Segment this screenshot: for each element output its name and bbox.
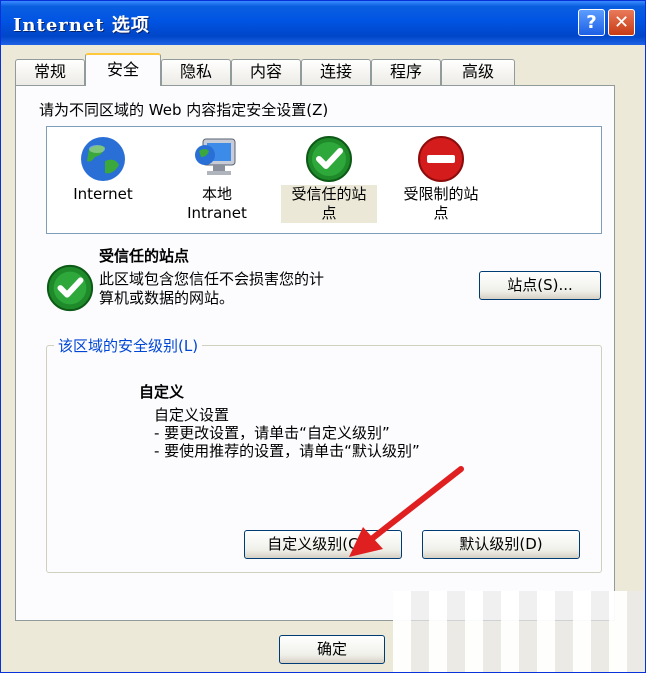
security-level-group-title: 该区域的安全级别(L)	[54, 335, 203, 356]
annotation-arrow-icon	[349, 466, 464, 557]
zone-internet[interactable]: Internet	[57, 127, 149, 227]
sites-button[interactable]: 站点(S)...	[479, 271, 601, 300]
title-bar[interactable]: Internet 选项 ? ✕	[1, 1, 645, 45]
tab-advanced[interactable]: 高级	[441, 59, 515, 85]
globe-icon	[81, 137, 125, 181]
zone-label: 本地 Intranet	[187, 185, 247, 222]
ok-button[interactable]: 确定	[279, 635, 385, 664]
zone-local-intranet[interactable]: 本地 Intranet	[171, 127, 263, 227]
security-level-name: 自定义	[139, 383, 185, 401]
tab-general[interactable]: 常规	[15, 59, 85, 85]
help-button[interactable]: ?	[578, 9, 605, 36]
tab-connections[interactable]: 连接	[301, 59, 371, 85]
watermark-overlay	[393, 591, 645, 672]
security-level-detail: - 要使用推荐的设置，请单击“默认级别”	[154, 442, 420, 460]
zone-label: 受信任的站 点	[281, 185, 377, 223]
tab-privacy[interactable]: 隐私	[161, 59, 231, 85]
trusted-checkmark-icon	[46, 264, 94, 312]
intranet-monitor-icon	[195, 138, 236, 175]
selected-zone-description: 算机或数据的网站。	[99, 289, 235, 307]
zone-trusted-sites[interactable]: 受信任的站 点	[281, 127, 377, 227]
close-button[interactable]: ✕	[608, 9, 635, 36]
zone-restricted-sites[interactable]: 受限制的站 点	[393, 127, 489, 227]
tab-security[interactable]: 安全	[85, 53, 161, 86]
trusted-checkmark-icon	[306, 136, 352, 182]
window-title: Internet 选项	[13, 15, 150, 36]
zone-prompt: 请为不同区域的 Web 内容指定安全设置(Z)	[39, 101, 329, 119]
internet-options-dialog: Internet 选项 ? ✕ 常规 安全 隐私 内容 连接 程序 高级 请为不…	[0, 0, 646, 673]
tab-programs[interactable]: 程序	[371, 59, 441, 85]
zone-label: Internet	[73, 185, 133, 203]
tab-content[interactable]: 内容	[231, 59, 301, 85]
zone-list: Internet 本地 Intranet 受信任的站 点 受限制的站 点	[46, 126, 602, 234]
selected-zone-description: 此区域包含您信任不会损害您的计	[99, 270, 325, 288]
restricted-no-entry-icon	[418, 136, 464, 182]
zone-label: 受限制的站 点	[403, 185, 479, 222]
selected-zone-title: 受信任的站点	[99, 247, 190, 265]
